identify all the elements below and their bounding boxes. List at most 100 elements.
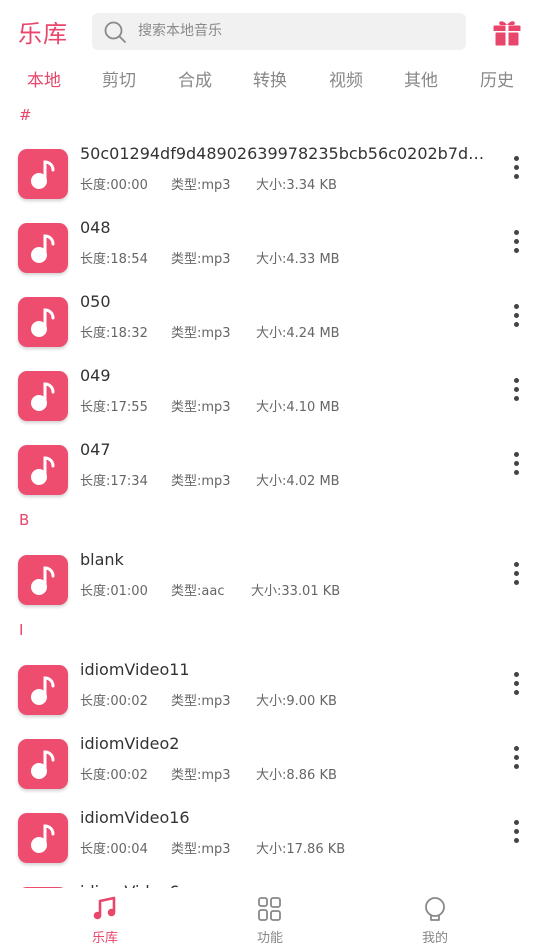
- song-thumbnail: [18, 813, 68, 863]
- song-list: # 50c01294df9d48902639978235bcb56c0202b7…: [0, 100, 542, 888]
- more-icon[interactable]: [504, 558, 528, 598]
- song-duration: 长度:17:34: [80, 474, 148, 489]
- song-type: 类型:mp3: [171, 842, 231, 857]
- song-type: 类型:mp3: [171, 694, 231, 709]
- nav-functions[interactable]: 功能: [225, 888, 315, 952]
- search-box[interactable]: [92, 13, 466, 50]
- song-size: 大小:4.10 MB: [256, 400, 340, 415]
- tab-video[interactable]: 视频: [316, 66, 376, 91]
- more-icon[interactable]: [504, 374, 528, 414]
- song-name: 049: [80, 366, 111, 385]
- song-row[interactable]: 049 长度:17:55 类型:mp3 大小:4.10 MB: [0, 366, 542, 440]
- song-duration: 长度:00:02: [80, 768, 148, 783]
- song-duration: 长度:18:54: [80, 252, 148, 267]
- song-thumbnail: [18, 665, 68, 715]
- song-row[interactable]: 048 长度:18:54 类型:mp3 大小:4.33 MB: [0, 218, 542, 292]
- bottom-nav: 乐库 功能 我的: [0, 888, 542, 952]
- section-header: I: [19, 621, 24, 639]
- song-row[interactable]: idiomVideo16 长度:00:04 类型:mp3 大小:17.86 KB: [0, 808, 542, 882]
- song-name: idiomVideo2: [80, 734, 180, 753]
- song-type: 类型:mp3: [171, 178, 231, 193]
- song-type: 类型:mp3: [171, 474, 231, 489]
- song-type: 类型:mp3: [171, 768, 231, 783]
- song-duration: 长度:00:02: [80, 694, 148, 709]
- song-size: 大小:33.01 KB: [251, 584, 341, 599]
- song-type: 类型:aac: [171, 584, 225, 599]
- top-bar: 乐库: [0, 0, 542, 62]
- tab-other[interactable]: 其他: [391, 66, 451, 91]
- more-icon[interactable]: [504, 226, 528, 266]
- tab-merge[interactable]: 合成: [165, 66, 225, 91]
- tab-local[interactable]: 本地: [14, 66, 74, 91]
- song-thumbnail: [18, 149, 68, 199]
- music-note-icon: [31, 160, 55, 189]
- tab-cut[interactable]: 剪切: [89, 66, 149, 91]
- music-note-icon: [31, 456, 55, 485]
- music-note-icon: [31, 824, 55, 853]
- music-note-icon: [31, 566, 55, 595]
- song-row[interactable]: 50c01294df9d48902639978235bcb56c0202b7da…: [0, 144, 542, 218]
- nav-mine[interactable]: 我的: [390, 888, 480, 952]
- app-title: 乐库: [18, 20, 68, 48]
- song-row[interactable]: idiomVideo11 长度:00:02 类型:mp3 大小:9.00 KB: [0, 660, 542, 734]
- song-row[interactable]: 047 长度:17:34 类型:mp3 大小:4.02 MB: [0, 440, 542, 514]
- song-thumbnail: [18, 739, 68, 789]
- nav-label: 我的: [421, 931, 448, 946]
- song-thumbnail: [18, 297, 68, 347]
- song-duration: 长度:00:04: [80, 842, 148, 857]
- section-header: #: [19, 106, 32, 124]
- song-size: 大小:3.34 KB: [256, 178, 337, 193]
- more-icon[interactable]: [504, 816, 528, 856]
- search-input[interactable]: [138, 13, 448, 50]
- more-icon[interactable]: [504, 668, 528, 708]
- song-size: 大小:4.33 MB: [256, 252, 340, 267]
- song-size: 大小:17.86 KB: [256, 842, 346, 857]
- song-name: idiomVideo16: [80, 808, 190, 827]
- song-row[interactable]: blank 长度:01:00 类型:aac 大小:33.01 KB: [0, 550, 542, 624]
- tab-convert[interactable]: 转换: [240, 66, 300, 91]
- song-row[interactable]: idiomVideo2 长度:00:02 类型:mp3 大小:8.86 KB: [0, 734, 542, 808]
- section-header: B: [19, 511, 30, 529]
- song-name: idiomVideo11: [80, 660, 190, 679]
- music-note-icon: [31, 234, 55, 263]
- song-name: blank: [80, 550, 124, 569]
- music-note-icon: [31, 382, 55, 411]
- song-duration: 长度:18:32: [80, 326, 148, 341]
- nav-label: 乐库: [91, 931, 118, 946]
- song-name: 048: [80, 218, 111, 237]
- category-tabs: 本地 剪切 合成 转换 视频 其他 历史: [0, 62, 542, 96]
- nav-library[interactable]: 乐库: [60, 888, 150, 952]
- song-duration: 长度:01:00: [80, 584, 148, 599]
- nav-label: 功能: [256, 931, 283, 946]
- tab-history[interactable]: 历史: [467, 66, 527, 91]
- music-note-icon: [93, 896, 116, 920]
- song-size: 大小:4.24 MB: [256, 326, 340, 341]
- music-note-icon: [31, 676, 55, 705]
- song-size: 大小:8.86 KB: [256, 768, 337, 783]
- more-icon[interactable]: [504, 448, 528, 488]
- song-name: 047: [80, 440, 111, 459]
- music-note-icon: [31, 308, 55, 337]
- song-thumbnail: [18, 371, 68, 421]
- song-duration: 长度:17:55: [80, 400, 148, 415]
- more-icon[interactable]: [504, 742, 528, 782]
- gift-icon[interactable]: [492, 17, 522, 47]
- song-name: 050: [80, 292, 111, 311]
- song-name: 50c01294df9d48902639978235bcb56c0202b7da…: [80, 144, 490, 163]
- song-thumbnail: [18, 445, 68, 495]
- music-note-icon: [31, 750, 55, 779]
- song-type: 类型:mp3: [171, 252, 231, 267]
- song-type: 类型:mp3: [171, 400, 231, 415]
- song-size: 大小:9.00 KB: [256, 694, 337, 709]
- song-thumbnail: [18, 555, 68, 605]
- song-row[interactable]: 050 长度:18:32 类型:mp3 大小:4.24 MB: [0, 292, 542, 366]
- song-size: 大小:4.02 MB: [256, 474, 340, 489]
- song-type: 类型:mp3: [171, 326, 231, 341]
- more-icon[interactable]: [504, 152, 528, 192]
- more-icon[interactable]: [504, 300, 528, 340]
- search-icon: [104, 21, 126, 43]
- song-thumbnail: [18, 223, 68, 273]
- grid-icon: [258, 897, 281, 921]
- song-duration: 长度:00:00: [80, 178, 148, 193]
- profile-icon: [425, 897, 445, 921]
